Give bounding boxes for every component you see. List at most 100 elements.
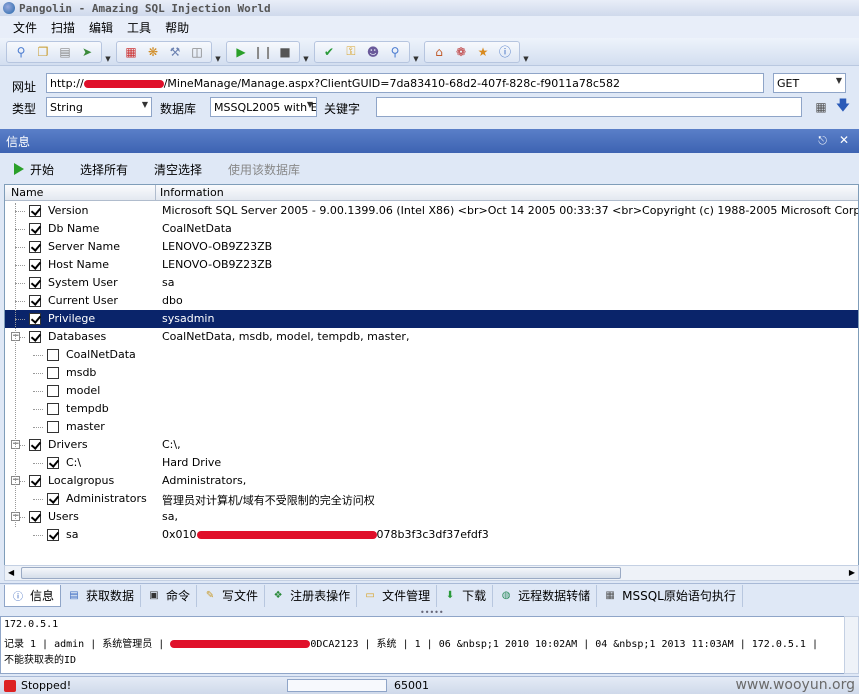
url-input[interactable]: http:// /MineManage/Manage.aspx?ClientGUI… — [46, 73, 764, 93]
tree-row[interactable]: tempdb — [5, 400, 858, 418]
type-select[interactable]: String ▼ — [46, 97, 152, 117]
horizontal-scrollbar[interactable]: ◀ ▶ — [4, 565, 859, 581]
row-checkbox[interactable] — [29, 259, 41, 271]
magnifier-icon[interactable]: ⚲ — [386, 43, 404, 61]
update-icon[interactable]: ★ — [474, 43, 492, 61]
row-checkbox[interactable] — [29, 511, 41, 523]
row-checkbox[interactable] — [47, 349, 59, 361]
row-name: Current User — [48, 294, 118, 307]
toolbar-dropdown[interactable]: ▼ — [214, 41, 222, 63]
tree-row[interactable]: sa 0x010 078b3f3c3df37efdf3 — [5, 526, 858, 544]
row-checkbox[interactable] — [29, 295, 41, 307]
search-icon[interactable]: ⚲ — [12, 43, 30, 61]
toolbar-dropdown[interactable]: ▼ — [302, 41, 310, 63]
info-icon[interactable]: ⓘ — [496, 43, 514, 61]
tree-row[interactable]: Db Name CoalNetData — [5, 220, 858, 238]
column-information[interactable]: Information — [160, 186, 224, 199]
row-checkbox[interactable] — [29, 223, 41, 235]
tree-row[interactable]: Host Name LENOVO-OB9Z23ZB — [5, 256, 858, 274]
row-checkbox[interactable] — [29, 331, 41, 343]
menu-scan[interactable]: 扫描 — [44, 19, 82, 36]
target-icon[interactable]: ❋ — [144, 43, 162, 61]
tab-data[interactable]: ▤ 获取数据 — [61, 584, 142, 607]
menu-help[interactable]: 帮助 — [158, 19, 196, 36]
toolbar-dropdown[interactable]: ▼ — [522, 41, 530, 63]
tree-row[interactable]: Current User dbo — [5, 292, 858, 310]
menu-tools[interactable]: 工具 — [120, 19, 158, 36]
menu-edit[interactable]: 编辑 — [82, 19, 120, 36]
arrow-down-icon[interactable]: 🡇 — [834, 98, 852, 116]
database-icon[interactable]: ◫ — [188, 43, 206, 61]
vertical-scrollbar[interactable] — [844, 616, 859, 674]
scroll-thumb[interactable] — [21, 567, 621, 579]
tree-row[interactable]: CoalNetData — [5, 346, 858, 364]
menu-file[interactable]: 文件 — [6, 19, 44, 36]
start-button[interactable]: 开始 — [14, 161, 54, 178]
tab-registry[interactable]: ❖ 注册表操作 — [265, 584, 358, 607]
console-icon: ▣ — [149, 590, 159, 601]
keyword-input[interactable] — [376, 97, 802, 117]
row-checkbox[interactable] — [29, 313, 41, 325]
row-checkbox[interactable] — [29, 205, 41, 217]
use-database-button[interactable]: 使用该数据库 — [228, 161, 300, 178]
row-checkbox[interactable] — [29, 241, 41, 253]
row-checkbox[interactable] — [29, 475, 41, 487]
pin-icon[interactable]: ⎋ — [818, 134, 827, 148]
tab-console[interactable]: ▣ 命令 — [141, 584, 198, 607]
config-icon[interactable]: ▦ — [122, 43, 140, 61]
tree-row[interactable]: − Users sa, — [5, 508, 858, 526]
tab-sql[interactable]: ▦ MSSQL原始语句执行 — [597, 584, 743, 607]
row-checkbox[interactable] — [47, 367, 59, 379]
select-all-button[interactable]: 选择所有 — [80, 161, 128, 178]
tree-row[interactable]: Server Name LENOVO-OB9Z23ZB — [5, 238, 858, 256]
page-icon[interactable]: ▤ — [56, 43, 74, 61]
tab-folder[interactable]: ▭ 文件管理 — [357, 584, 438, 607]
tree-row[interactable]: Privilege sysadmin — [5, 310, 858, 328]
column-divider[interactable] — [155, 185, 156, 201]
row-checkbox[interactable] — [29, 439, 41, 451]
tab-write-file[interactable]: ✎ 写文件 — [197, 584, 266, 607]
grid-icon[interactable]: ▦ — [812, 98, 830, 116]
row-checkbox[interactable] — [47, 457, 59, 469]
pause-icon[interactable]: ❙❙ — [253, 43, 273, 61]
row-checkbox[interactable] — [47, 529, 59, 541]
scroll-right-icon[interactable]: ▶ — [849, 568, 855, 577]
tab-info[interactable]: ⓘ 信息 — [4, 584, 62, 607]
row-information: 管理员对计算机/域有不受限制的完全访问权 — [162, 494, 375, 507]
check-icon[interactable]: ✔ — [320, 43, 338, 61]
tree-row[interactable]: msdb — [5, 364, 858, 382]
tree-row[interactable]: System User sa — [5, 274, 858, 292]
toolbar-dropdown[interactable]: ▼ — [104, 41, 112, 63]
method-select[interactable]: GET ▼ — [773, 73, 846, 93]
tab-globe[interactable]: ◍ 远程数据转储 — [493, 584, 598, 607]
tree-row[interactable]: − Localgropus Administrators, — [5, 472, 858, 490]
play-icon[interactable]: ▶ — [232, 43, 250, 61]
tab-download[interactable]: ⬇ 下载 — [437, 584, 494, 607]
column-name[interactable]: Name — [11, 186, 43, 199]
row-checkbox[interactable] — [47, 403, 59, 415]
database-select[interactable]: MSSQL2005 with E ▼ — [210, 97, 317, 117]
tree-row[interactable]: Administrators 管理员对计算机/域有不受限制的完全访问权 — [5, 490, 858, 508]
row-checkbox[interactable] — [47, 421, 59, 433]
copy-icon[interactable]: ❐ — [34, 43, 52, 61]
tree-row[interactable]: model — [5, 382, 858, 400]
home-icon[interactable]: ⌂ — [430, 43, 448, 61]
row-checkbox[interactable] — [47, 385, 59, 397]
tree-row[interactable]: Version Microsoft SQL Server 2005 - 9.00.… — [5, 202, 858, 220]
key-icon[interactable]: ⚿ — [342, 43, 360, 61]
row-checkbox[interactable] — [47, 493, 59, 505]
clear-selection-button[interactable]: 清空选择 — [154, 161, 202, 178]
key-tool-icon[interactable]: ⚒ — [166, 43, 184, 61]
tree-row[interactable]: − Databases CoalNetData, msdb, model, temp… — [5, 328, 858, 346]
tree-row[interactable]: − Drivers C:\, — [5, 436, 858, 454]
stop-icon[interactable]: ■ — [276, 43, 294, 61]
bug-icon[interactable]: ❁ — [452, 43, 470, 61]
toolbar-dropdown[interactable]: ▼ — [412, 41, 420, 63]
people-icon[interactable]: ☻ — [364, 43, 382, 61]
export-icon[interactable]: ➤ — [78, 43, 96, 61]
row-checkbox[interactable] — [29, 277, 41, 289]
tree-row[interactable]: C:\ Hard Drive — [5, 454, 858, 472]
tree-row[interactable]: master — [5, 418, 858, 436]
scroll-left-icon[interactable]: ◀ — [8, 568, 14, 577]
close-icon[interactable]: ✕ — [839, 133, 849, 147]
